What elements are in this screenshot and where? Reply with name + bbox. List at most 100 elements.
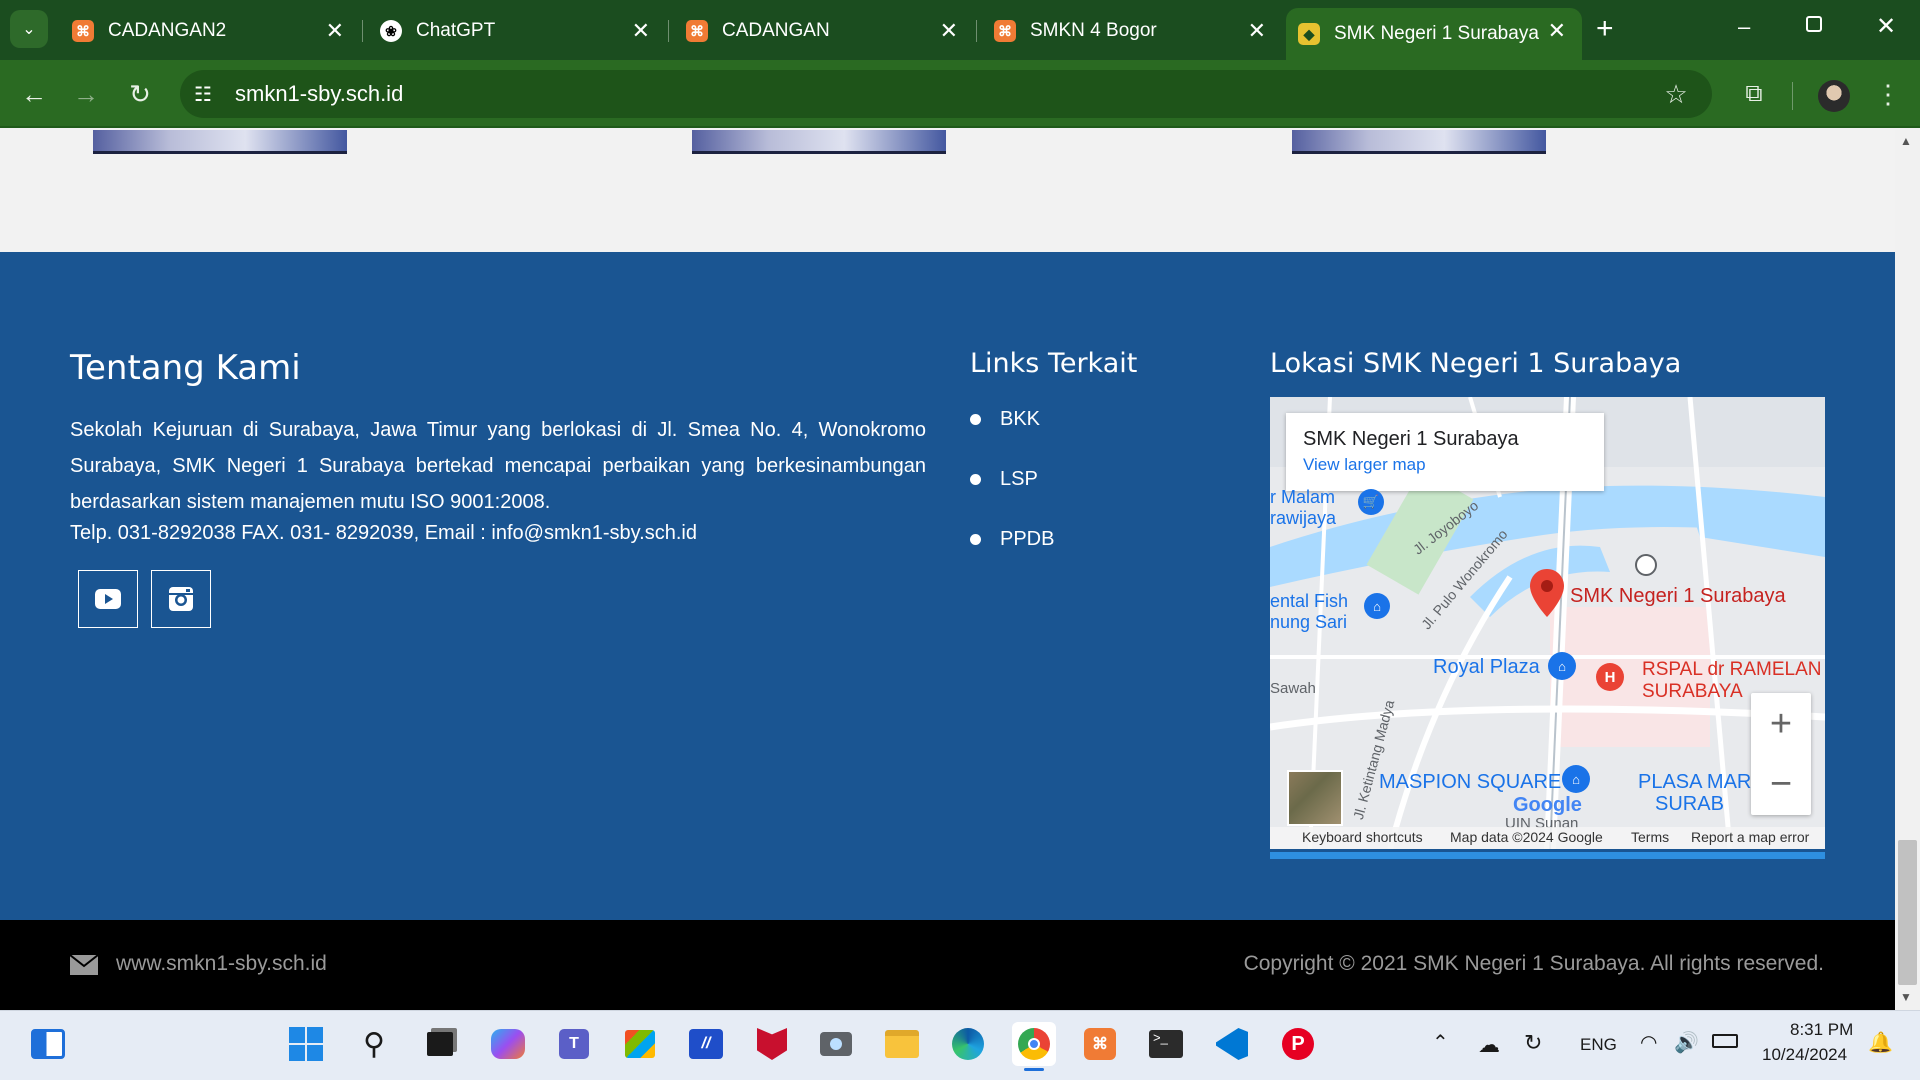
new-tab-button[interactable]: + (1596, 12, 1614, 46)
url-text[interactable]: smkn1-sby.sch.id (235, 81, 403, 107)
link-ppdb[interactable]: PPDB (970, 528, 1054, 551)
map-underline (1270, 852, 1825, 859)
vscode-icon[interactable] (1210, 1022, 1254, 1066)
links-heading: Links Terkait (970, 348, 1138, 379)
keyboard-shortcuts-link[interactable]: Keyboard shortcuts (1302, 829, 1423, 845)
reload-button[interactable]: ↻ (120, 74, 160, 114)
address-bar[interactable] (180, 70, 1712, 118)
gallery-thumbnail[interactable] (1292, 130, 1546, 154)
start-button[interactable] (284, 1022, 328, 1066)
scrollbar-thumb[interactable] (1898, 840, 1917, 985)
tab-chatgpt[interactable]: ❀ ChatGPT ✕ (368, 8, 666, 54)
view-larger-map-link[interactable]: View larger map (1303, 455, 1426, 475)
site-info-icon[interactable]: ☷ (194, 82, 212, 107)
file-explorer-icon[interactable] (880, 1022, 924, 1066)
scroll-up-arrow[interactable]: ▲ (1900, 134, 1912, 148)
copilot-icon[interactable] (486, 1022, 530, 1066)
tab-search-button[interactable]: ⌄ (10, 10, 48, 48)
teams-icon[interactable]: T (552, 1022, 596, 1066)
shopping-bag-icon: ⌂ (1562, 765, 1590, 793)
gallery-thumbnail[interactable] (93, 130, 347, 154)
close-icon[interactable]: ✕ (1548, 18, 1566, 44)
youtube-icon (95, 589, 121, 609)
profile-avatar[interactable] (1818, 80, 1850, 112)
camera-icon[interactable] (814, 1022, 858, 1066)
close-window-button[interactable]: ✕ (1876, 12, 1896, 41)
link-bkk[interactable]: BKK (970, 408, 1040, 431)
tab-divider (362, 20, 363, 42)
close-icon[interactable]: ✕ (326, 18, 344, 44)
link-label: LSP (1000, 468, 1038, 490)
youtube-button[interactable] (78, 570, 138, 628)
link-lsp[interactable]: LSP (970, 468, 1038, 491)
contact-info: Telp. 031-8292038 FAX. 031- 8292039, Ema… (70, 522, 697, 544)
close-icon[interactable]: ✕ (1248, 18, 1266, 44)
volume-icon[interactable]: 🔊 (1674, 1030, 1699, 1055)
forward-button[interactable]: → (66, 74, 106, 114)
tab-cadangan[interactable]: ⌘ CADANGAN ✕ (674, 8, 974, 54)
toolbar-divider (1792, 82, 1793, 110)
xampp-icon: ⌘ (994, 20, 1016, 42)
extensions-icon[interactable]: ⧉ (1734, 74, 1774, 114)
battery-icon[interactable] (1712, 1034, 1738, 1048)
google-map[interactable]: SMK Negeri 1 Surabaya View larger map r … (1270, 397, 1825, 849)
hospital-icon: H (1596, 663, 1624, 691)
tab-divider (668, 20, 669, 42)
task-view-icon[interactable] (418, 1022, 462, 1066)
about-text: Sekolah Kejuruan di Surabaya, Jawa Timur… (70, 419, 926, 513)
bookmark-star-icon[interactable]: ☆ (1656, 74, 1696, 114)
minimize-button[interactable]: – (1738, 14, 1750, 40)
marker-label: SMK Negeri 1 Surabaya (1570, 585, 1786, 607)
sync-icon[interactable]: ↻ (1524, 1030, 1542, 1056)
satellite-toggle[interactable] (1287, 770, 1343, 826)
widgets-icon[interactable] (26, 1022, 70, 1066)
location-pin-icon (1530, 569, 1564, 617)
scroll-down-arrow[interactable]: ▼ (1900, 990, 1912, 1004)
close-icon[interactable]: ✕ (940, 18, 958, 44)
location-heading: Lokasi SMK Negeri 1 Surabaya (1270, 348, 1682, 379)
tab-cadangan2[interactable]: ⌘ CADANGAN2 ✕ (60, 8, 360, 54)
shopping-bag-icon: ⌂ (1548, 652, 1576, 680)
xampp-icon: ⌘ (72, 20, 94, 42)
about-heading: Tentang Kami (70, 348, 301, 388)
map-label: Royal Plaza (1433, 656, 1540, 678)
link-label: PPDB (1000, 528, 1055, 550)
instagram-button[interactable] (151, 570, 211, 628)
xampp-icon[interactable]: ⌘ (1078, 1022, 1122, 1066)
show-hidden-icons-icon[interactable]: ⌃ (1432, 1030, 1449, 1055)
language-indicator[interactable]: ENG (1580, 1035, 1617, 1055)
map-info-card (1286, 413, 1604, 491)
tab-smk-negeri-1-surabaya[interactable]: ◆ SMK Negeri 1 Surabaya ✕ (1286, 8, 1582, 60)
zoom-in-button[interactable]: + (1751, 695, 1811, 753)
mcafee-icon[interactable] (750, 1022, 794, 1066)
clock-date[interactable]: 10/24/2024 (1762, 1045, 1847, 1065)
map-data-text: Map data ©2024 Google (1450, 829, 1603, 845)
onedrive-icon[interactable]: ☁ (1478, 1032, 1500, 1058)
map-label: PLASA MAR (1638, 771, 1752, 793)
store-icon[interactable] (618, 1022, 662, 1066)
terminal-icon[interactable]: >_ (1144, 1022, 1188, 1066)
chrome-icon[interactable] (1012, 1022, 1056, 1066)
restore-button[interactable] (1806, 16, 1822, 32)
menu-dots-icon[interactable]: ⋮ (1868, 74, 1908, 114)
tab-title: ChatGPT (416, 20, 496, 41)
app-icon[interactable]: // (684, 1022, 728, 1066)
wifi-icon[interactable]: ◠ (1640, 1030, 1657, 1055)
terms-link[interactable]: Terms (1631, 829, 1669, 845)
clock-time[interactable]: 8:31 PM (1790, 1020, 1853, 1040)
tab-smkn4-bogor[interactable]: ⌘ SMKN 4 Bogor ✕ (982, 8, 1282, 54)
map-label: r Malam (1270, 487, 1336, 507)
pinterest-icon[interactable]: P (1276, 1022, 1320, 1066)
windows-logo-icon (289, 1027, 323, 1061)
map-label: nung Sari (1270, 612, 1348, 632)
bullet-icon (970, 414, 981, 425)
zoom-out-button[interactable]: − (1751, 755, 1811, 813)
gallery-thumbnail[interactable] (692, 130, 946, 154)
report-map-error-link[interactable]: Report a map error (1691, 829, 1809, 845)
notification-bell-icon[interactable]: 🔔 (1868, 1030, 1893, 1055)
close-icon[interactable]: ✕ (632, 18, 650, 44)
back-button[interactable]: ← (14, 74, 54, 114)
website-link[interactable]: www.smkn1-sby.sch.id (116, 952, 327, 976)
edge-icon[interactable] (946, 1022, 990, 1066)
search-icon[interactable]: ⚲ (352, 1022, 396, 1066)
